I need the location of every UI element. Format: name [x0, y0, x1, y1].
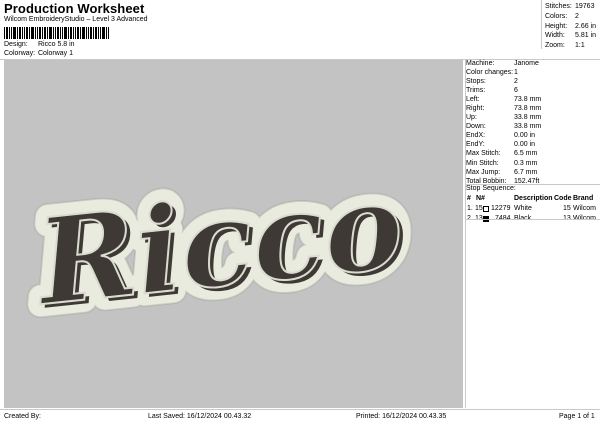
info-row: Min Stitch: 0.3 mm: [466, 160, 600, 169]
info-label: EndX:: [466, 132, 486, 140]
info-value: 73.8 mm: [514, 96, 542, 104]
thread-swatch: [483, 206, 489, 212]
info-label: Min Stitch:: [466, 159, 499, 167]
info-label: Right:: [466, 105, 485, 113]
table-row: 2. 13 7484 Black 13 Wilcom: [466, 215, 600, 225]
info-label: Machine:: [466, 60, 495, 67]
barcode-image: [4, 27, 109, 39]
row-n: 15: [475, 205, 483, 212]
design-value: Ricco 5.8 in: [38, 41, 75, 48]
info-label: EndY:: [466, 141, 485, 149]
stop-sequence-label: Stop Sequence:: [466, 185, 516, 192]
info-value: 2: [514, 78, 518, 86]
printed-date: Printed: 16/12/2024 00.43.35: [356, 413, 447, 420]
info-value: 0.00 in: [514, 132, 536, 140]
col-description: Description: [514, 195, 553, 202]
info-row: Machine: Janome: [466, 60, 600, 69]
info-value: 73.8 mm: [514, 105, 542, 113]
table-row: 1. 15 12279 White 15 Wilcom: [466, 205, 600, 215]
summary-label: Width:: [545, 32, 565, 40]
info-label: Max Jump:: [466, 168, 501, 176]
info-row: Color changes: 1: [466, 69, 600, 78]
design-name-row: Design: Ricco 5.8 in: [4, 41, 144, 50]
colorway-value: Colorway 1: [38, 50, 74, 57]
table-rule: [466, 219, 600, 220]
summary-value: 5.81 in: [575, 32, 597, 40]
summary-row: Width: 5.81 in: [545, 32, 599, 42]
design-preview: Ricco Ricco Ricco Ricco Ricco: [4, 60, 463, 408]
summary-stats: Stitches: 19763 Colors: 2 Height: 2.66 in W…: [545, 3, 599, 52]
summary-row: Colors: 2: [545, 13, 599, 23]
summary-value: 19763: [575, 3, 595, 10]
info-value: Janome: [514, 60, 539, 67]
info-value: 0.3 mm: [514, 159, 538, 167]
page-title: Production Worksheet: [4, 1, 145, 16]
summary-label: Zoom:: [545, 42, 565, 50]
colorway-row: Colorway: Colorway 1: [4, 50, 144, 59]
colorway-label: Colorway:: [4, 50, 36, 57]
info-row: Max Jump: 6.7 mm: [466, 169, 600, 178]
info-row: Trims: 6: [466, 87, 600, 96]
info-label: Stops:: [466, 78, 486, 86]
col-n: N#: [476, 195, 485, 202]
summary-value: 2: [575, 12, 579, 20]
page-number: Page 1 of 1: [559, 413, 595, 420]
info-row: EndY: 0.00 in: [466, 141, 600, 150]
info-row: EndX: 0.00 in: [466, 132, 600, 141]
col-num: #: [467, 195, 471, 202]
info-row: Down: 33.8 mm: [466, 123, 600, 132]
row-description: White: [514, 205, 532, 212]
lettering-main: Ricco: [28, 155, 409, 332]
info-value: 33.8 mm: [514, 123, 542, 131]
last-saved: Last Saved: 16/12/2024 00.43.32: [148, 413, 252, 420]
embroidery-preview: Ricco Ricco Ricco Ricco Ricco: [15, 142, 423, 346]
info-value: 6.5 mm: [514, 150, 538, 158]
row-code-id: 12279: [491, 205, 511, 212]
info-label: Down:: [466, 123, 486, 131]
summary-row: Zoom: 1:1: [545, 42, 599, 52]
stop-sequence-table: # N# Description Code Brand 1. 15 12279 …: [466, 195, 600, 225]
info-label: Max Stitch:: [466, 150, 501, 158]
info-row: Left: 73.8 mm: [466, 96, 600, 105]
summary-divider: [541, 0, 542, 49]
info-label: Trims:: [466, 87, 486, 95]
design-label: Design:: [4, 41, 28, 48]
machine-info: Machine: Janome Color changes: 1 Stops: 2 T…: [466, 60, 600, 187]
row-brand: Wilcom: [573, 205, 596, 212]
info-value: 6: [514, 87, 518, 95]
summary-row: Stitches: 19763: [545, 3, 599, 13]
software-subtitle: Wilcom EmbroideryStudio – Level 3 Advanc…: [4, 16, 148, 23]
summary-value: 1:1: [575, 42, 585, 50]
col-code: Code: [554, 195, 572, 202]
summary-label: Colors:: [545, 12, 568, 20]
col-brand: Brand: [573, 195, 594, 202]
info-row: Up: 33.8 mm: [466, 114, 600, 123]
info-label: Up:: [466, 114, 477, 122]
info-row: Max Stitch: 6.5 mm: [466, 150, 600, 159]
info-value: 6.7 mm: [514, 168, 538, 176]
info-label: Color changes:: [466, 69, 514, 77]
footer-rule: [0, 409, 600, 410]
row-code: 15: [563, 205, 571, 212]
table-header: # N# Description Code Brand: [466, 195, 600, 205]
summary-label: Height:: [545, 22, 568, 30]
summary-row: Height: 2.66 in: [545, 23, 599, 33]
info-value: 33.8 mm: [514, 114, 542, 122]
info-value: 1: [514, 69, 518, 77]
row-num: 1.: [467, 205, 473, 212]
created-by: Created By:: [4, 413, 41, 420]
info-row: Stops: 2: [466, 78, 600, 87]
info-row: Right: 73.8 mm: [466, 105, 600, 114]
summary-value: 2.66 in: [575, 22, 597, 30]
info-value: 0.00 in: [514, 141, 536, 149]
info-label: Left:: [466, 96, 480, 104]
summary-label: Stitches:: [545, 3, 572, 10]
